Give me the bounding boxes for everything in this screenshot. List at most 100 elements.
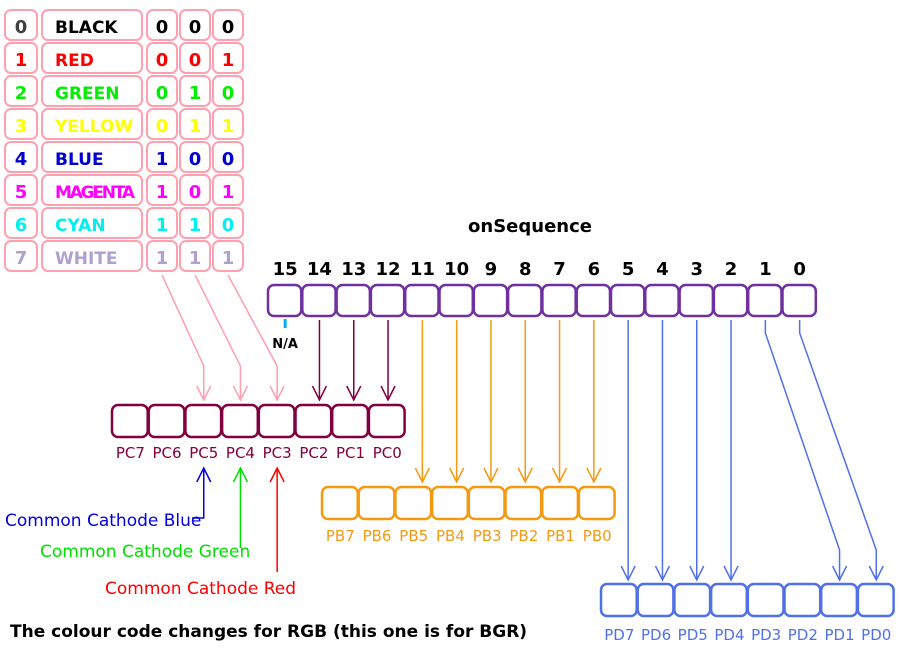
onsequence-bit-cell xyxy=(472,283,509,318)
colour-bit: 1 xyxy=(222,248,235,269)
onsequence-bit-cell xyxy=(506,283,543,318)
colour-name: BLACK xyxy=(55,18,118,38)
onsequence-bit-cell xyxy=(301,283,337,318)
port-pin-cell xyxy=(430,485,470,521)
port-pin-cell xyxy=(330,403,370,439)
colour-bit: 1 xyxy=(156,215,169,236)
colour-name: GREEN xyxy=(55,84,120,104)
onsequence-bit-cell xyxy=(609,283,646,318)
onsequence-bit-cell xyxy=(335,283,372,318)
colour-bit: 0 xyxy=(222,149,235,170)
bit-number-label: 7 xyxy=(553,259,566,280)
port-pin-cell xyxy=(357,485,396,521)
port-pin-label: PC0 xyxy=(373,444,402,462)
port-pin-label: PC4 xyxy=(226,444,255,462)
port-pin-label: PB6 xyxy=(363,527,392,545)
colour-bit: 1 xyxy=(156,149,169,170)
pin-mapping-diagram: 0 BLACK 0 0 01 RED 0 0 12 GREEN 0 1 03 YELLOW 0 1 14 BLUE… xyxy=(4,9,895,644)
port-pin-label: PD2 xyxy=(788,626,818,644)
onsequence-bit-cell xyxy=(746,283,783,318)
port-pin-cell xyxy=(746,582,785,618)
port-pin-cell xyxy=(540,485,580,521)
cathode-red-label: Common Cathode Red xyxy=(105,579,296,599)
port-d-register: PD7 PD6 PD5 PD4 PD3 PD2 PD1 PD0 xyxy=(599,582,895,644)
colour-name: WHITE xyxy=(55,249,118,269)
colour-table-row: 7 WHITE 1 1 1 xyxy=(4,240,244,272)
colour-table-row: 4 BLUE 1 0 0 xyxy=(4,141,244,173)
colour-table-row: 5 MAGENTA 1 0 1 xyxy=(4,174,244,206)
port-pin-label: PB5 xyxy=(399,527,428,545)
colour-bit: 0 xyxy=(189,17,202,38)
onsequence-bit-cell xyxy=(644,283,680,318)
port-pin-cell xyxy=(709,582,749,618)
colour-table-row: 6 CYAN 1 1 0 xyxy=(4,207,244,239)
onsequence-register: onSequence 15 14 13 12 11 10 9 8 7 6 5 4 3 2 1 0N/A xyxy=(266,216,818,352)
bit-number-label: 9 xyxy=(485,259,498,280)
bit-number-label: 5 xyxy=(622,259,635,280)
onsequence-title: onSequence xyxy=(468,216,592,237)
colour-bit: 0 xyxy=(189,50,202,71)
colour-bit: 1 xyxy=(156,182,169,203)
colour-bit: 1 xyxy=(156,248,169,269)
port-pin-label: PC1 xyxy=(336,444,365,462)
bit-number-label: 8 xyxy=(519,259,532,280)
port-pin-cell xyxy=(577,485,616,521)
bit-number-label: 13 xyxy=(341,259,366,280)
bit-number-label: 14 xyxy=(307,259,332,280)
onsequence-bit-cell xyxy=(541,283,577,318)
port-pin-cell xyxy=(856,582,895,618)
port-pin-cell xyxy=(673,582,712,618)
port-pin-label: PB3 xyxy=(473,527,502,545)
bit-number-label: 0 xyxy=(793,259,806,280)
port-pin-cell xyxy=(220,403,260,439)
cathode-green-label: Common Cathode Green xyxy=(40,542,250,562)
colour-name: MAGENTA xyxy=(55,183,136,203)
port-pin-label: PC7 xyxy=(116,444,145,462)
port-pin-cell xyxy=(467,485,506,521)
colour-bit: 0 xyxy=(222,83,235,104)
onsequence-bit-cell xyxy=(266,283,303,318)
colour-bit: 1 xyxy=(189,248,202,269)
onsequence-bit-cell xyxy=(678,283,715,318)
port-pin-label: PD0 xyxy=(861,626,891,644)
onsequence-bit-cell xyxy=(369,283,406,318)
colour-bit: 1 xyxy=(189,83,202,104)
port-pin-cell xyxy=(320,485,359,521)
cathode-blue-label: Common Cathode Blue xyxy=(5,511,201,531)
colour-name: BLUE xyxy=(55,150,104,170)
colour-bit: 1 xyxy=(222,182,235,203)
port-pin-label: PC6 xyxy=(153,444,182,462)
port-pin-label: PB1 xyxy=(546,527,575,545)
bit-number-label: 12 xyxy=(376,259,401,280)
bit-number-label: 1 xyxy=(759,259,772,280)
onsequence-bit-cell xyxy=(575,283,612,318)
colour-bit: 1 xyxy=(189,116,202,137)
bit-number-label: 4 xyxy=(656,259,669,280)
port-pin-label: PD3 xyxy=(751,626,781,644)
bit-number-label: 11 xyxy=(410,259,435,280)
port-pin-cell xyxy=(636,582,675,618)
colour-index: 3 xyxy=(15,116,28,137)
port-pin-label: PB0 xyxy=(583,527,612,545)
colour-bit: 0 xyxy=(222,215,235,236)
bit-number-label: 6 xyxy=(588,259,601,280)
port-pin-label: PB7 xyxy=(326,527,355,545)
port-pin-label: PD7 xyxy=(604,626,634,644)
colour-table-row: 0 BLACK 0 0 0 xyxy=(4,9,244,41)
colour-index: 7 xyxy=(15,248,28,269)
colour-bit: 1 xyxy=(189,215,202,236)
colour-name: CYAN xyxy=(55,216,106,236)
port-pin-label: PD5 xyxy=(678,626,708,644)
colour-index: 6 xyxy=(15,215,28,236)
port-pin-cell xyxy=(783,582,822,618)
colour-name: YELLOW xyxy=(54,117,133,137)
port-pin-cell xyxy=(294,403,333,439)
bit-number-label: 3 xyxy=(690,259,703,280)
colour-bit: 0 xyxy=(156,83,169,104)
bit-number-label: 10 xyxy=(444,259,469,280)
wire-onseq-to-portd xyxy=(798,320,877,580)
port-pin-label: PB2 xyxy=(509,527,538,545)
bit-number-label: 15 xyxy=(273,259,298,280)
port-pin-cell xyxy=(110,403,149,439)
colour-name: RED xyxy=(55,51,94,71)
